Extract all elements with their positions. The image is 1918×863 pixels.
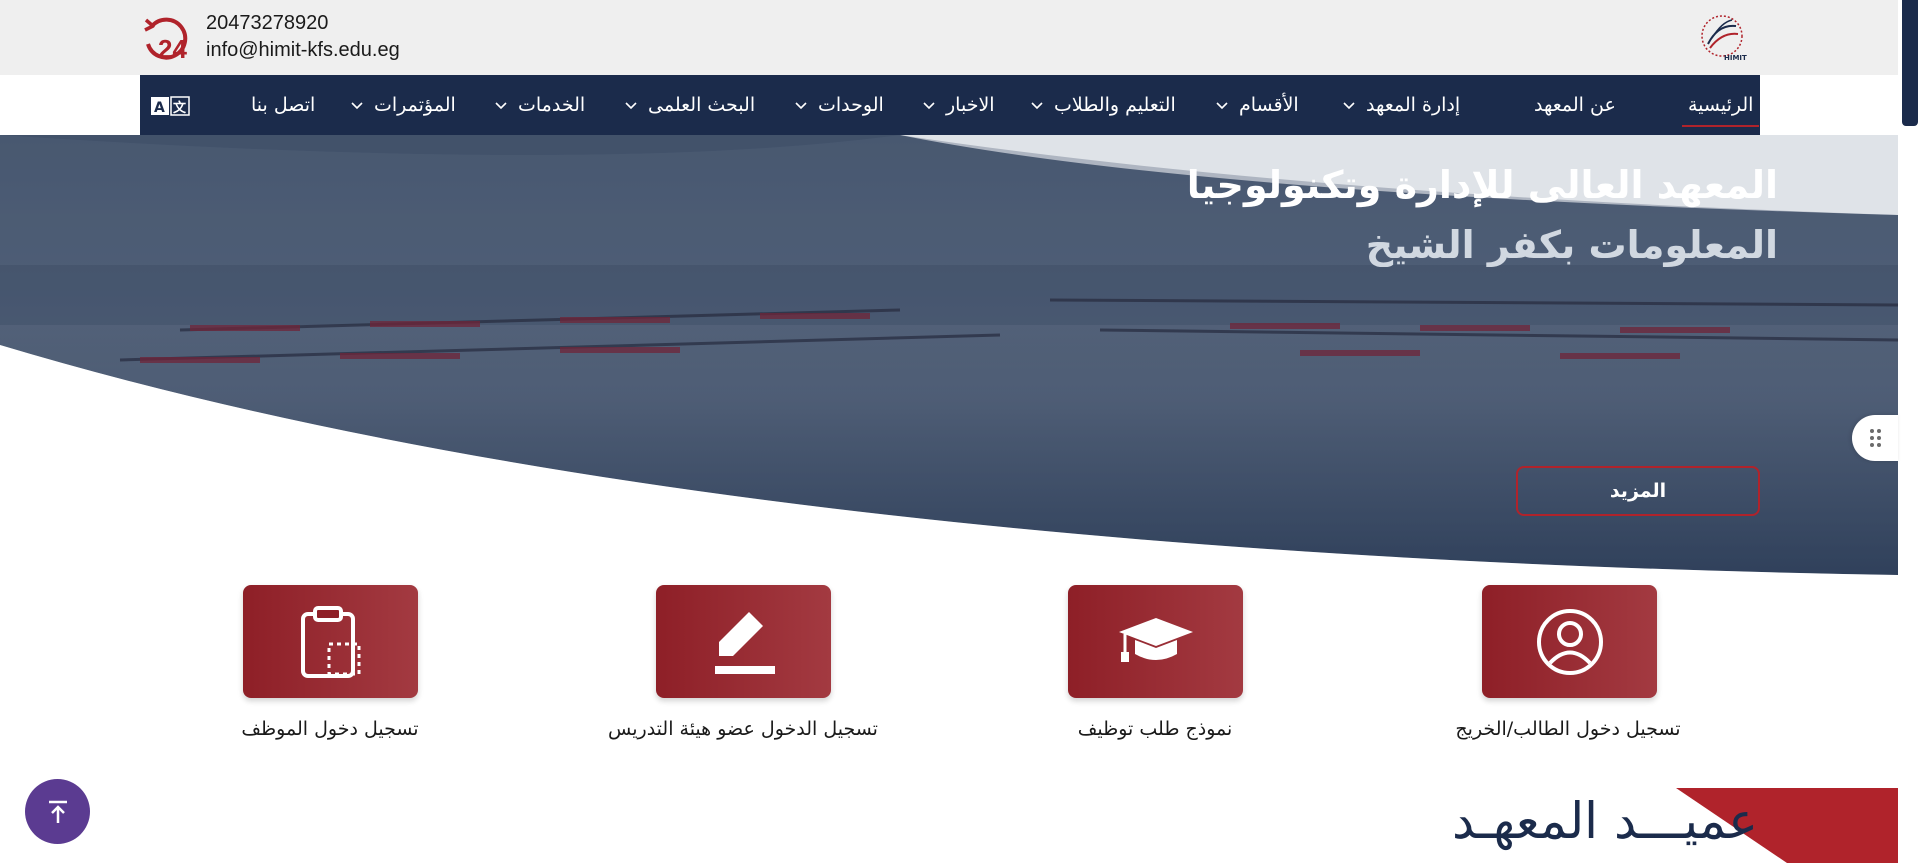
hero-title-line2: المعلومات بكفر الشيخ: [1365, 223, 1778, 267]
contact-info: 20473278920 info@himit-kfs.edu.eg: [206, 10, 400, 64]
phone-24h-icon: 24: [144, 17, 187, 64]
job-application-label[interactable]: نموذج طلب توظيف: [995, 718, 1315, 740]
svg-text:24: 24: [158, 34, 187, 64]
nav-item-label: المؤتمرات: [374, 94, 456, 116]
email-address[interactable]: info@himit-kfs.edu.eg: [206, 37, 400, 64]
side-panel-handle[interactable]: [1852, 415, 1898, 461]
nav-item-label: الاخبار: [946, 94, 995, 116]
nav-item-label: الأقسام: [1239, 94, 1299, 116]
page-scrollbar[interactable]: [1898, 0, 1918, 863]
nav-item-label: الخدمات: [518, 94, 586, 116]
nav-item-about[interactable]: عن المعهد: [1534, 75, 1616, 135]
user-circle-icon: [1536, 608, 1603, 675]
nav-item-conferences[interactable]: المؤتمرات: [350, 75, 456, 135]
faculty-login-card[interactable]: [656, 585, 831, 698]
nav-item-label: اتصل بنا: [251, 94, 316, 116]
chevron-down-icon: [351, 102, 363, 110]
nav-item-units[interactable]: الوحدات: [794, 75, 884, 135]
nav-item-education-students[interactable]: التعليم والطلاب: [1030, 75, 1176, 135]
nav-item-contact[interactable]: اتصل بنا: [251, 75, 315, 135]
graduation-cap-icon: [1118, 617, 1193, 662]
chevron-down-icon: [1343, 102, 1355, 110]
chevron-down-icon: [1031, 102, 1043, 110]
nav-item-administration[interactable]: إدارة المعهد: [1342, 75, 1460, 135]
nav-item-departments[interactable]: الأقسام: [1215, 75, 1299, 135]
grip-dots-icon: [1870, 429, 1881, 447]
scrollbar-thumb[interactable]: [1902, 0, 1918, 126]
svg-text:文: 文: [173, 100, 187, 116]
chevron-down-icon: [1216, 102, 1228, 110]
phone-number[interactable]: 20473278920: [206, 10, 400, 37]
clipboard-icon: [300, 605, 360, 678]
hero-title: المعهد العالى للإدارة وتكنولوجيا المعلوم…: [878, 155, 1778, 275]
nav-item-label: الوحدات: [818, 94, 884, 116]
main-nav: A 文 الرئيسية عن المعهد إدارة المعهد الأق…: [140, 75, 1760, 135]
chevron-down-icon: [795, 102, 807, 110]
back-to-top-button[interactable]: [25, 779, 90, 844]
employee-login-label[interactable]: تسجيل دخول الموظف: [170, 718, 490, 740]
dean-section-title: عميـــد المعهـد: [1451, 792, 1758, 850]
nav-item-label: الرئيسية: [1688, 94, 1754, 116]
chevron-down-icon: [923, 102, 935, 110]
faculty-login-label[interactable]: تسجيل الدخول عضو هيئة التدريس: [583, 718, 903, 740]
chevron-down-icon: [625, 102, 637, 110]
hero-title-line1: المعهد العالى للإدارة وتكنولوجيا: [1186, 163, 1778, 207]
arrow-up-icon: [48, 800, 67, 823]
nav-item-label: إدارة المعهد: [1366, 94, 1461, 116]
nav-item-research[interactable]: البحث العلمى: [624, 75, 755, 135]
nav-item-home[interactable]: الرئيسية: [1681, 75, 1760, 135]
more-button[interactable]: المزيد: [1516, 466, 1760, 516]
nav-item-label: البحث العلمى: [648, 94, 756, 116]
student-login-card[interactable]: [1482, 585, 1657, 698]
logo-text: HIMIT: [1724, 54, 1747, 62]
translate-icon[interactable]: A 文: [151, 96, 191, 116]
nav-item-services[interactable]: الخدمات: [494, 75, 585, 135]
nav-item-label: عن المعهد: [1534, 94, 1616, 116]
nav-item-news[interactable]: الاخبار: [922, 75, 995, 135]
institute-logo[interactable]: HIMIT: [1696, 14, 1748, 62]
employee-login-card[interactable]: [243, 585, 418, 698]
nav-item-label: التعليم والطلاب: [1054, 94, 1176, 116]
chevron-down-icon: [495, 102, 507, 110]
pencil-icon: [714, 611, 775, 674]
student-login-label[interactable]: تسجيل دخول الطالب/الخريج: [1408, 718, 1728, 740]
svg-text:A: A: [154, 100, 165, 116]
job-application-card[interactable]: [1068, 585, 1243, 698]
